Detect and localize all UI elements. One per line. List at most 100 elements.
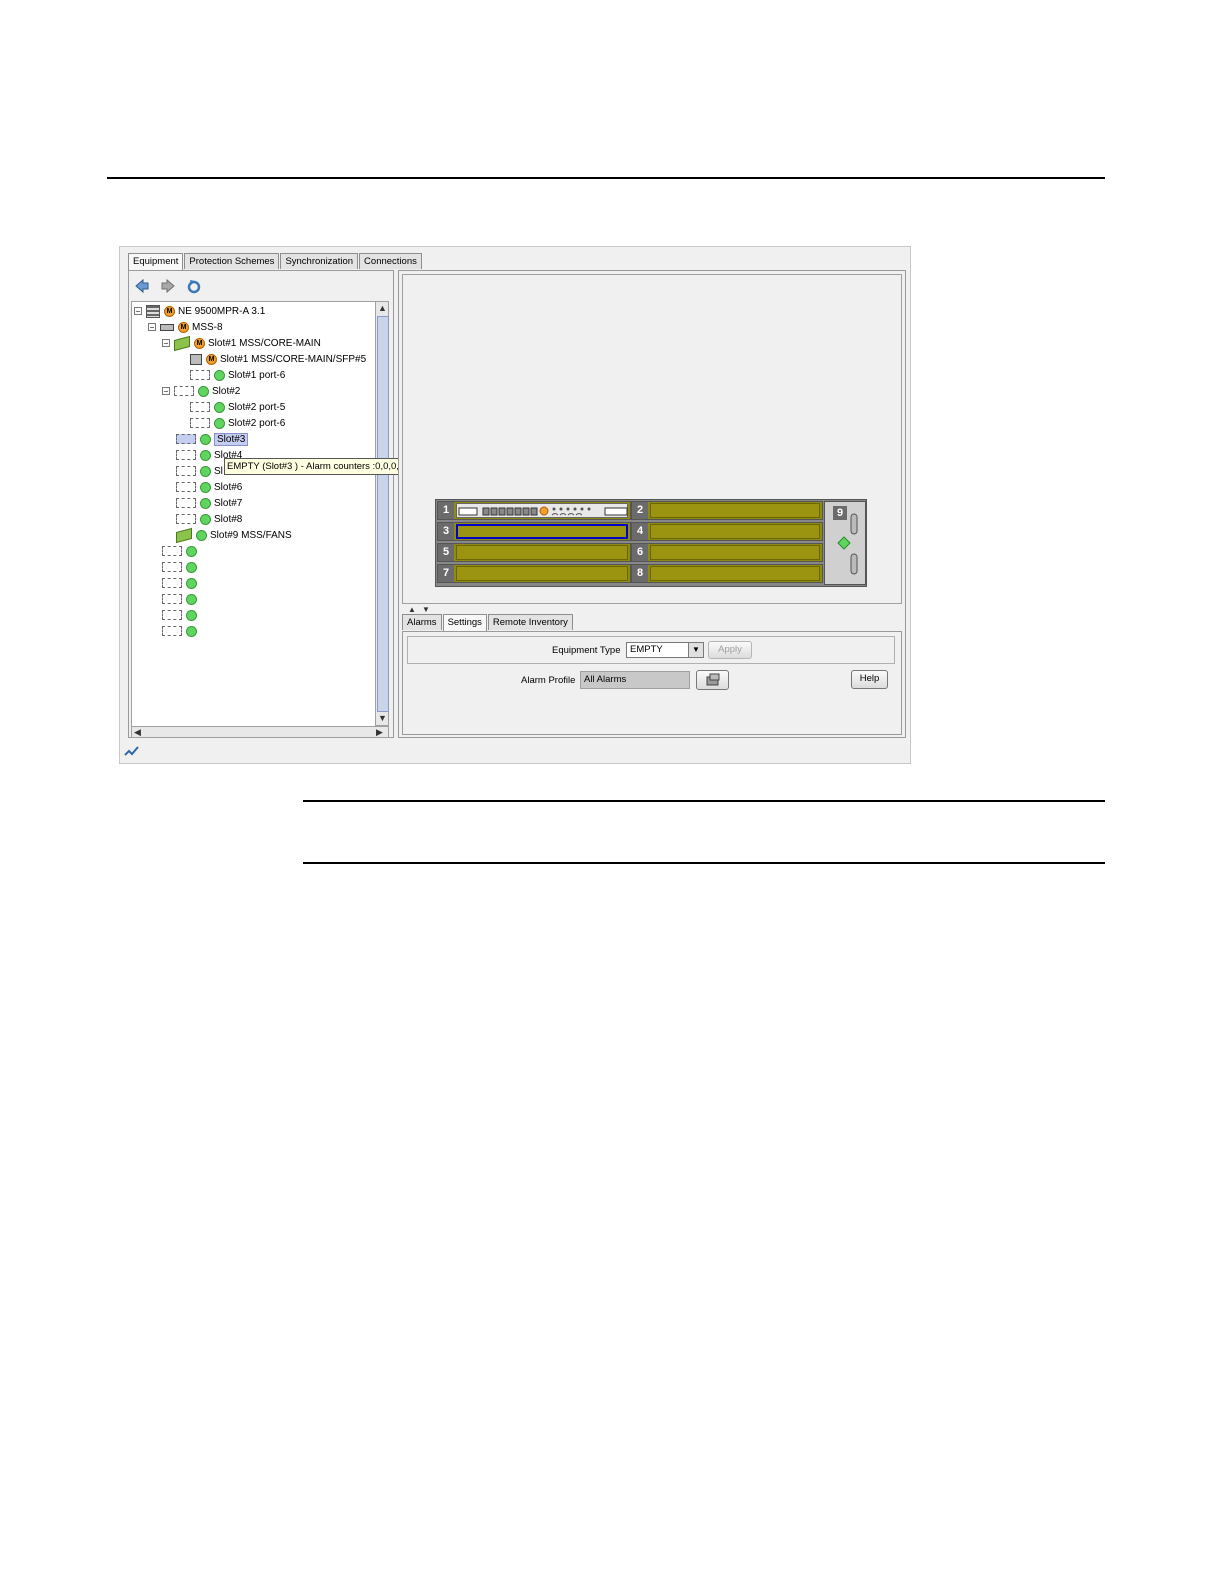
tab-equipment[interactable]: Equipment	[128, 253, 184, 270]
collapse-icon[interactable]: −	[162, 339, 170, 348]
rack-slot-8[interactable]: 8	[631, 564, 823, 583]
status-ok-icon	[198, 385, 209, 397]
tree-node-slot1[interactable]: − M Slot#1 MSS/CORE-MAIN	[162, 335, 321, 351]
sfp-icon	[190, 353, 202, 365]
status-ok-icon	[200, 481, 211, 493]
apply-button[interactable]: Apply	[708, 641, 752, 659]
refresh-icon[interactable]	[185, 277, 203, 295]
status-ok-icon	[214, 369, 225, 381]
tree-label-slot1-sfp: Slot#1 MSS/CORE-MAIN/SFP#5	[220, 353, 367, 365]
slot-number: 4	[632, 523, 648, 540]
status-ok-icon	[186, 625, 197, 637]
main-tabs: Equipment Protection Schemes Synchroniza…	[128, 253, 422, 270]
tree-node-ne[interactable]: − M NE 9500MPR-A 3.1	[134, 303, 265, 319]
tree-node-unnamed[interactable]	[162, 559, 200, 575]
collapse-icon[interactable]: −	[148, 323, 156, 332]
tab-settings[interactable]: Settings	[442, 614, 487, 631]
status-ok-icon	[214, 401, 225, 413]
slot-icon	[162, 626, 182, 636]
tree-node-slot7[interactable]: Slot#7	[176, 495, 242, 511]
alarm-profile-edit-button[interactable]	[696, 670, 729, 690]
slot-icon	[162, 562, 182, 572]
scroll-right-icon[interactable]: ▶	[376, 727, 383, 737]
rack-slot-7[interactable]: 7	[437, 564, 631, 583]
tree-vertical-scrollbar[interactable]: ▲ ▼	[375, 301, 389, 726]
slot-icon	[176, 514, 196, 524]
rack-slot-3[interactable]: 3	[437, 522, 631, 541]
scroll-thumb[interactable]	[377, 316, 389, 712]
rack-slot-9-fans[interactable]: 9	[824, 501, 866, 585]
edit-profile-icon	[706, 673, 719, 686]
tab-alarms[interactable]: Alarms	[402, 614, 442, 630]
tree-node-slot2-port5[interactable]: Slot#2 port-5	[190, 399, 285, 415]
tree-node-unnamed[interactable]	[162, 623, 200, 639]
tree-node-slot2-port6[interactable]: Slot#2 port-6	[190, 415, 285, 431]
slot-card	[456, 566, 628, 581]
tree-label-slot7: Slot#7	[214, 497, 243, 509]
tree-node-slot5[interactable]: Sl	[176, 463, 223, 479]
status-ok-icon	[186, 609, 197, 621]
forward-arrow-icon[interactable]	[159, 277, 177, 295]
alarm-profile-field[interactable]: All Alarms	[580, 671, 690, 689]
slot-icon	[162, 546, 182, 556]
tree-label-slot9: Slot#9 MSS/FANS	[210, 529, 292, 541]
settings-panel: Equipment Type EMPTY ▼ Apply Alarm Profi…	[402, 631, 902, 735]
chevron-down-icon[interactable]: ▼	[688, 643, 703, 657]
tree-node-slot2[interactable]: − Slot#2	[162, 383, 240, 399]
top-rule	[107, 177, 1105, 179]
slot-icon	[176, 482, 196, 492]
tree-node-slot9[interactable]: Slot#9 MSS/FANS	[176, 527, 292, 543]
slot-card	[650, 545, 820, 560]
equipment-type-select[interactable]: EMPTY ▼	[626, 642, 704, 658]
major-alarm-icon: M	[164, 305, 175, 317]
tree-label-shelf: MSS-8	[192, 321, 223, 333]
note-bottom-rule	[303, 862, 1105, 864]
tab-synchronization[interactable]: Synchronization	[280, 253, 359, 269]
tree-node-unnamed[interactable]	[162, 543, 200, 559]
tab-protection-schemes[interactable]: Protection Schemes	[184, 253, 280, 269]
tree-node-unnamed[interactable]	[162, 591, 200, 607]
tree-node-slot6[interactable]: Slot#6	[176, 479, 242, 495]
rack-slot-4[interactable]: 4	[631, 522, 823, 541]
tree-label-slot3: Slot#3	[214, 432, 249, 446]
tree-node-shelf[interactable]: − M MSS-8	[148, 319, 223, 335]
collapse-icon[interactable]: −	[134, 307, 142, 316]
help-button[interactable]: Help	[851, 670, 888, 689]
tree-node-unnamed[interactable]	[162, 575, 200, 591]
tree-label-ne: NE 9500MPR-A 3.1	[178, 305, 266, 317]
major-alarm-icon: M	[194, 337, 205, 349]
port-icon	[190, 418, 210, 428]
tab-connections[interactable]: Connections	[359, 253, 422, 269]
status-ok-icon	[186, 593, 197, 605]
scroll-up-icon[interactable]: ▲	[378, 303, 387, 313]
tab-remote-inventory[interactable]: Remote Inventory	[487, 614, 573, 630]
tree-label-slot1-port6: Slot#1 port-6	[228, 369, 286, 381]
collapse-up-icon[interactable]: ▲	[408, 605, 416, 614]
status-ok-icon	[196, 529, 207, 541]
slot-card	[456, 545, 628, 560]
slot-icon	[162, 594, 182, 604]
scroll-left-icon[interactable]: ◀	[134, 727, 141, 737]
rack-slot-1[interactable]: 1	[437, 501, 631, 520]
rack-slot-2[interactable]: 2	[631, 501, 823, 520]
scroll-down-icon[interactable]: ▼	[378, 713, 387, 723]
collapse-down-icon[interactable]: ▼	[422, 605, 430, 614]
slot-card	[650, 566, 820, 581]
tree-node-slot1-sfp[interactable]: M Slot#1 MSS/CORE-MAIN/SFP#5	[190, 351, 366, 367]
rack-slot-5[interactable]: 5	[437, 543, 631, 562]
back-arrow-icon[interactable]	[133, 277, 151, 295]
rack-slot-6[interactable]: 6	[631, 543, 823, 562]
tree-horizontal-scrollbar[interactable]: ◀ ▶	[131, 726, 389, 738]
collapse-icon[interactable]: −	[162, 387, 170, 396]
tree-node-slot8[interactable]: Slot#8	[176, 511, 242, 527]
slot-icon	[174, 386, 194, 396]
slot-number: 6	[632, 544, 648, 561]
core-main-card	[456, 503, 628, 518]
detail-pane: 1 2 3 4 5 6 7 8 9 ▲ ▼ Alarms Settings Re…	[398, 270, 906, 738]
equipment-type-group: Equipment Type EMPTY ▼ Apply	[407, 636, 895, 664]
tree-node-slot3[interactable]: Slot#3	[176, 431, 249, 447]
tree-node-slot1-port6[interactable]: Slot#1 port-6	[190, 367, 285, 383]
slot-icon	[176, 466, 196, 476]
tree-label-slot1: Slot#1 MSS/CORE-MAIN	[208, 337, 321, 349]
tree-node-unnamed[interactable]	[162, 607, 200, 623]
